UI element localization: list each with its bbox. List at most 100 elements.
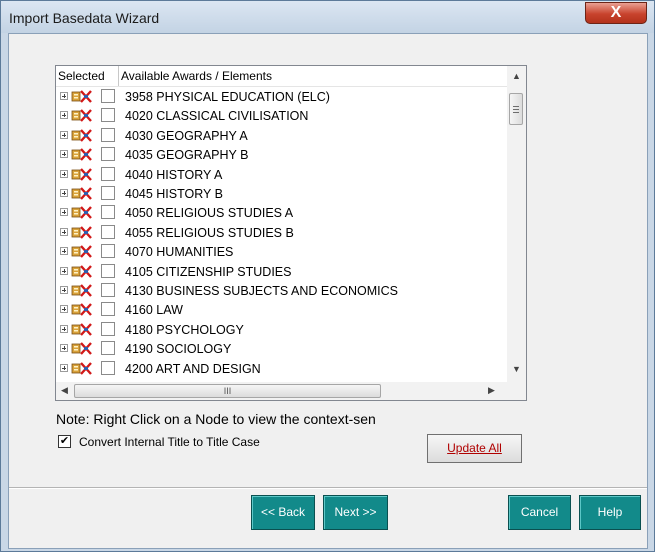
tree-row[interactable]: 4180 PSYCHOLOGY — [56, 320, 508, 339]
tree-row[interactable]: 4190 SOCIOLOGY — [56, 339, 508, 358]
grip-line — [513, 112, 519, 113]
row-select-checkbox[interactable] — [101, 186, 115, 200]
row-label: 4070 HUMANITIES — [125, 245, 234, 260]
row-select-checkbox[interactable] — [101, 263, 115, 278]
arrow-up-icon[interactable]: ▲ — [512, 71, 521, 81]
row-label: 4040 HISTORY A — [125, 167, 223, 182]
row-label: 4035 GEOGRAPHY B — [125, 148, 249, 163]
tree-row[interactable]: 4040 HISTORY A — [56, 165, 508, 184]
awards-tree-list[interactable]: Selected Available Awards / Elements 395… — [55, 65, 527, 401]
help-button[interactable]: Help — [579, 495, 641, 530]
row-select-checkbox[interactable] — [101, 302, 115, 317]
close-icon: X — [610, 4, 622, 21]
row-label: 4020 CLASSICAL CIVILISATION — [125, 109, 309, 124]
row-select-checkbox[interactable] — [101, 224, 115, 239]
arrow-right-icon[interactable]: ▶ — [488, 385, 495, 396]
row-select-checkbox[interactable] — [101, 244, 115, 259]
award-element-icon — [71, 264, 93, 279]
award-element-icon — [71, 186, 93, 201]
close-button[interactable]: X — [585, 2, 647, 24]
award-element-icon — [71, 283, 93, 298]
tree-row[interactable]: 4130 BUSINESS SUBJECTS AND ECONOMICS — [56, 281, 508, 300]
plus-expander-icon[interactable] — [60, 130, 68, 139]
arrow-down-icon[interactable]: ▼ — [512, 364, 521, 374]
column-header-selected[interactable]: Selected — [58, 69, 105, 83]
award-element-icon — [71, 322, 93, 337]
tree-row[interactable]: 4030 GEOGRAPHY A — [56, 126, 508, 145]
plus-expander-icon[interactable] — [60, 208, 68, 217]
row-select-checkbox[interactable] — [101, 108, 115, 123]
row-label: 4190 SOCIOLOGY — [125, 342, 232, 357]
row-label: 4055 RELIGIOUS STUDIES B — [125, 225, 294, 240]
tree-row[interactable]: 4105 CITIZENSHIP STUDIES — [56, 262, 508, 281]
row-select-checkbox[interactable] — [101, 89, 115, 103]
grip-line — [513, 106, 519, 107]
row-label: 4130 BUSINESS SUBJECTS AND ECONOMICS — [125, 284, 398, 298]
grip-line — [513, 109, 519, 110]
row-select-checkbox[interactable] — [101, 360, 115, 375]
row-select-checkbox[interactable] — [101, 205, 115, 220]
tree-row[interactable]: 4160 LAW — [56, 300, 508, 319]
plus-expander-icon[interactable] — [60, 324, 68, 333]
back-button[interactable]: << Back — [251, 495, 315, 530]
row-select-checkbox[interactable] — [101, 283, 115, 297]
context-menu-note: Note: Right Click on a Node to view the … — [56, 411, 376, 427]
wizard-client-area: Selected Available Awards / Elements 395… — [8, 33, 648, 549]
tree-row[interactable]: 4070 HUMANITIES — [56, 242, 508, 261]
wizard-window: Import Basedata Wizard X Selected Availa… — [0, 0, 655, 552]
award-element-icon — [71, 225, 93, 240]
title-bar[interactable]: Import Basedata Wizard X — [1, 1, 654, 33]
tree-row[interactable]: 4035 GEOGRAPHY B — [56, 145, 508, 164]
award-element-icon — [71, 244, 93, 259]
scrollbar-corner — [507, 382, 526, 400]
row-label: 3958 PHYSICAL EDUCATION (ELC) — [125, 90, 330, 104]
row-select-checkbox[interactable] — [101, 127, 115, 142]
award-element-icon — [71, 302, 93, 317]
row-label: 4180 PSYCHOLOGY — [125, 322, 244, 337]
award-element-icon — [71, 341, 93, 356]
plus-expander-icon[interactable] — [60, 266, 68, 275]
plus-expander-icon[interactable] — [60, 344, 68, 353]
plus-expander-icon[interactable] — [60, 92, 68, 100]
column-header-available[interactable]: Available Awards / Elements — [121, 69, 272, 83]
row-label: 4030 GEOGRAPHY A — [125, 128, 248, 143]
vertical-scroll-thumb[interactable] — [509, 93, 523, 125]
row-select-checkbox[interactable] — [101, 341, 115, 356]
window-title: Import Basedata Wizard — [9, 10, 160, 26]
next-button[interactable]: Next >> — [323, 495, 388, 530]
row-select-checkbox[interactable] — [101, 321, 115, 336]
row-select-checkbox[interactable] — [101, 147, 115, 162]
plus-expander-icon[interactable] — [60, 150, 68, 159]
arrow-left-icon[interactable]: ◀ — [61, 385, 68, 396]
plus-expander-icon[interactable] — [60, 189, 68, 197]
tree-header: Selected Available Awards / Elements — [56, 66, 508, 87]
tree-row[interactable]: 3958 PHYSICAL EDUCATION (ELC) — [56, 87, 508, 106]
horizontal-scroll-thumb[interactable]: III — [74, 384, 381, 398]
scroll-grip-icon: III — [223, 386, 232, 396]
tree-row[interactable]: 4055 RELIGIOUS STUDIES B — [56, 223, 508, 242]
tree-row[interactable]: 4200 ART AND DESIGN — [56, 359, 508, 378]
plus-expander-icon[interactable] — [60, 111, 68, 120]
convert-title-label[interactable]: Convert Internal Title to Title Case — [79, 435, 260, 449]
award-element-icon — [71, 361, 93, 376]
tree-row[interactable]: 4050 RELIGIOUS STUDIES A — [56, 203, 508, 222]
row-label: 4160 LAW — [125, 303, 183, 318]
plus-expander-icon[interactable] — [60, 305, 68, 314]
tree-row[interactable]: 4045 HISTORY B — [56, 184, 508, 203]
plus-expander-icon[interactable] — [60, 363, 68, 372]
plus-expander-icon[interactable] — [60, 286, 68, 294]
column-separator[interactable] — [118, 66, 119, 86]
plus-expander-icon[interactable] — [60, 169, 68, 178]
vertical-scrollbar[interactable]: ▲ ▼ — [507, 66, 526, 382]
row-select-checkbox[interactable] — [101, 166, 115, 181]
update-all-button[interactable]: Update All — [427, 434, 522, 463]
convert-title-checkbox[interactable]: ✔ — [58, 435, 71, 448]
footer-divider-highlight — [9, 488, 647, 489]
plus-expander-icon[interactable] — [60, 227, 68, 236]
tree-row[interactable]: 4020 CLASSICAL CIVILISATION — [56, 106, 508, 125]
plus-expander-icon[interactable] — [60, 247, 68, 256]
award-element-icon — [71, 147, 93, 162]
cancel-button[interactable]: Cancel — [508, 495, 571, 530]
horizontal-scrollbar[interactable]: ◀ III ▶ — [56, 382, 507, 400]
award-element-icon — [71, 89, 93, 104]
